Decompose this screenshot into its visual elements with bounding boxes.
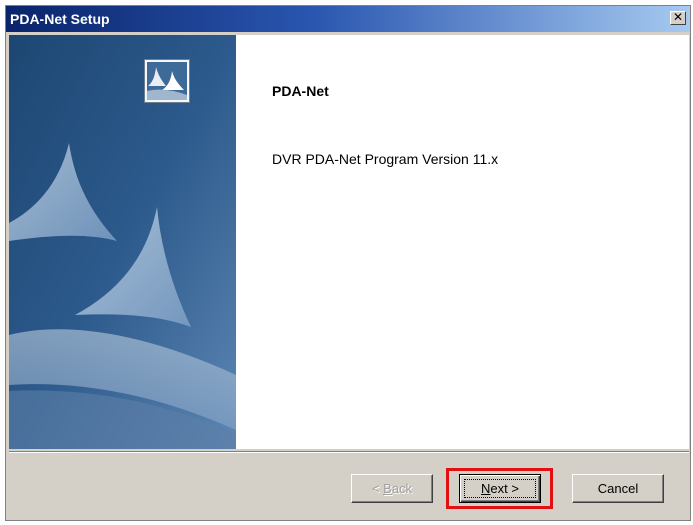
- close-icon: ✕: [672, 10, 684, 24]
- next-button-highlight-box: [446, 468, 553, 509]
- product-heading: PDA-Net: [272, 83, 329, 99]
- title-bar[interactable]: PDA-Net Setup ✕: [6, 6, 690, 32]
- back-arrow: <: [371, 481, 384, 496]
- button-separator-highlight: [9, 452, 689, 453]
- back-mnemonic: B: [383, 481, 392, 496]
- setup-sails-icon: [144, 59, 190, 103]
- close-button[interactable]: ✕: [670, 11, 686, 25]
- content-panel: PDA-Net DVR PDA-Net Program Version 11.x: [144, 35, 689, 449]
- setup-banner-image: [9, 35, 236, 449]
- back-button[interactable]: < Back: [351, 474, 433, 503]
- setup-window: PDA-Net Setup ✕ PDA-Net DVR PDA-Net Prog…: [5, 5, 691, 521]
- back-label: ack: [391, 481, 413, 496]
- window-title: PDA-Net Setup: [10, 11, 110, 27]
- program-description: DVR PDA-Net Program Version 11.x: [272, 151, 499, 167]
- cancel-button[interactable]: Cancel: [572, 474, 664, 503]
